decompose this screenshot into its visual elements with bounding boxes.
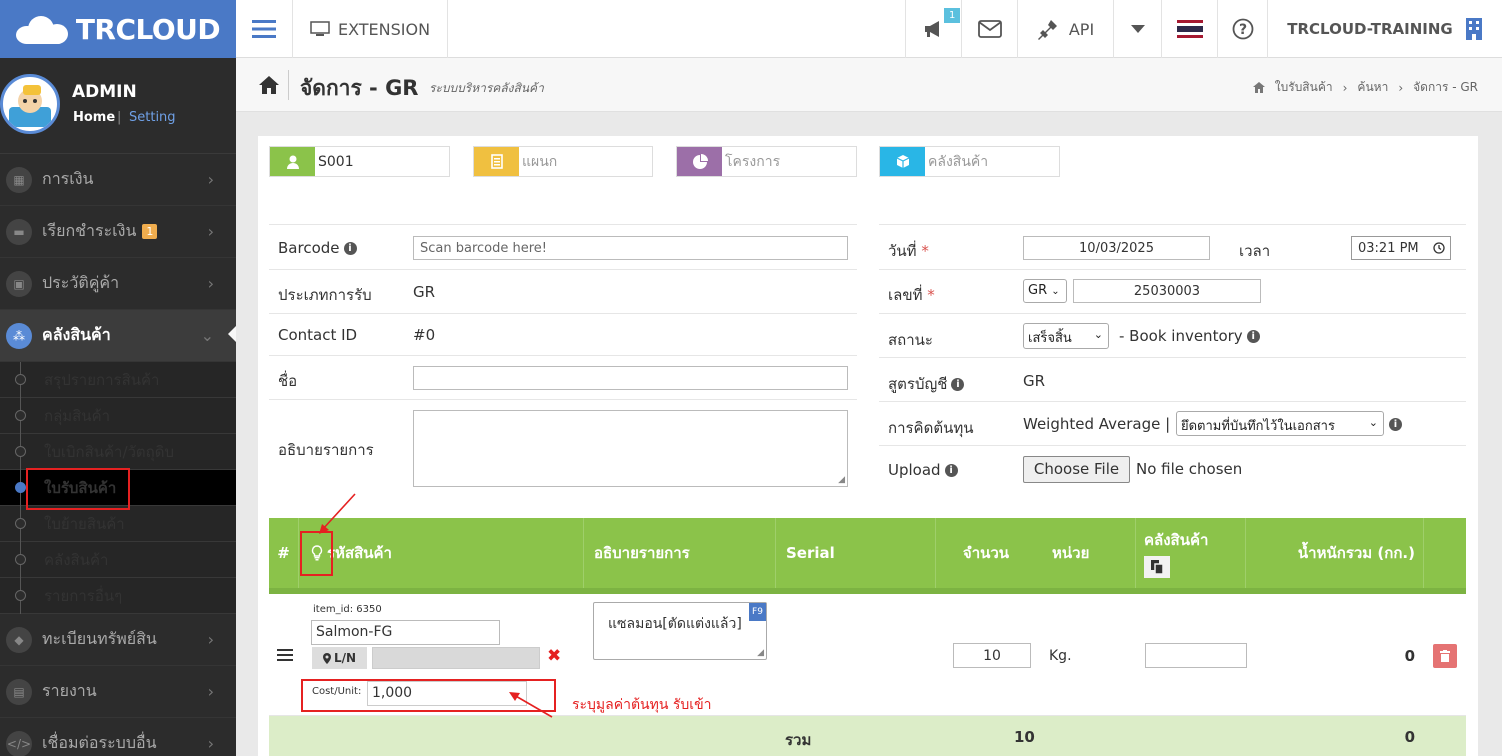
- annotation-text: ระบุมูลค่าต้นทุน รับเข้า: [572, 697, 712, 713]
- annotation-arrows: [319, 493, 553, 718]
